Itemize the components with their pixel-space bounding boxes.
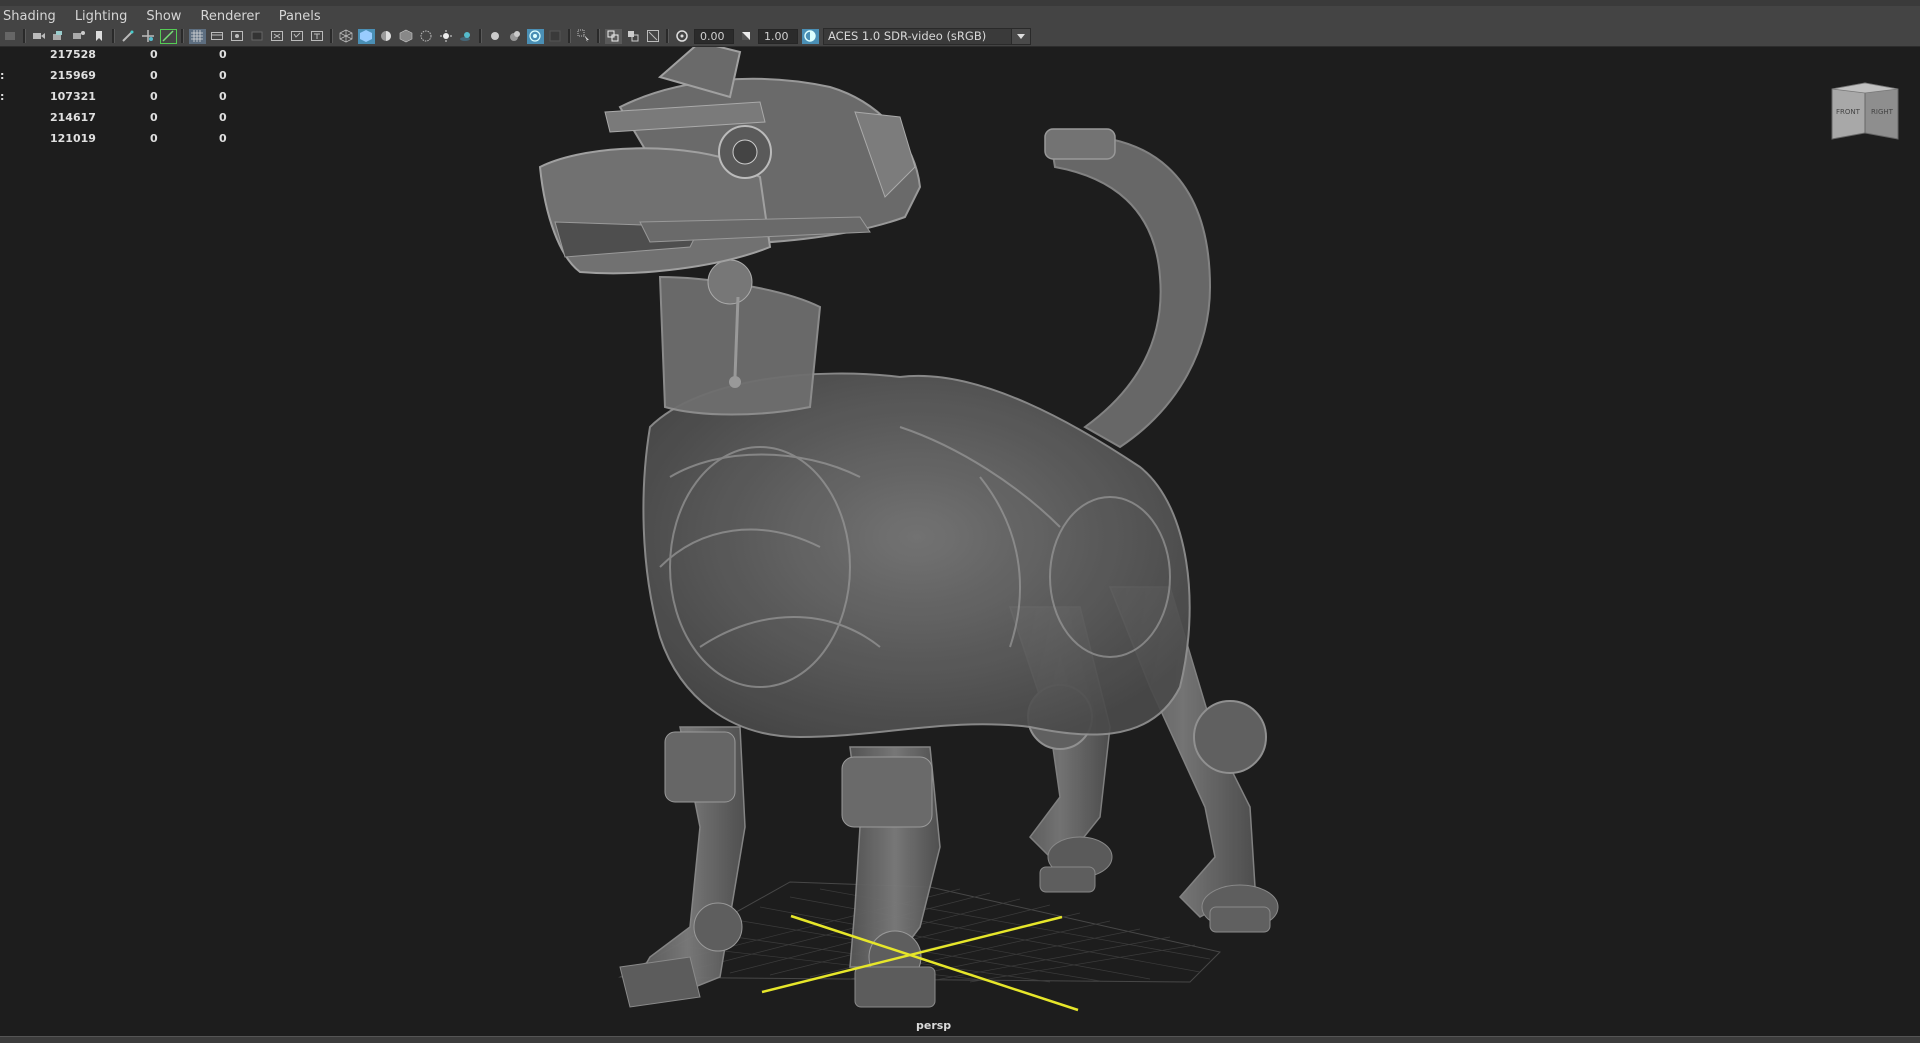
default-material-icon[interactable] bbox=[378, 29, 395, 44]
menu-renderer[interactable]: Renderer bbox=[197, 9, 270, 24]
grease-pencil-icon[interactable] bbox=[120, 29, 137, 44]
wireframe-icon[interactable] bbox=[338, 29, 355, 44]
chevron-down-icon[interactable] bbox=[1011, 28, 1030, 44]
textured-icon[interactable] bbox=[398, 29, 415, 44]
xray-icon[interactable] bbox=[576, 29, 593, 44]
hud-row: 217528 0 0 bbox=[50, 48, 227, 61]
toolbar-separator bbox=[181, 29, 184, 43]
head-shape bbox=[538, 47, 922, 275]
toolbar-separator bbox=[666, 29, 669, 43]
resolution-gate-icon[interactable] bbox=[229, 29, 246, 44]
image-plane-icon[interactable] bbox=[71, 29, 88, 44]
toolbar-separator bbox=[23, 29, 26, 43]
bookmark-camera-icon[interactable] bbox=[51, 29, 68, 44]
menu-lighting[interactable]: Lighting bbox=[72, 9, 139, 24]
exposure-icon[interactable] bbox=[674, 29, 691, 44]
persp-viewport[interactable]: 217528 0 0 : 215969 0 0 : 107321 0 0 214… bbox=[0, 47, 1920, 1036]
exposure-field[interactable]: 0.00 bbox=[694, 28, 734, 44]
toolbar-separator bbox=[597, 29, 600, 43]
safe-title-icon[interactable] bbox=[309, 29, 326, 44]
shadows-icon[interactable] bbox=[438, 29, 455, 44]
isolate-select-icon[interactable] bbox=[547, 29, 564, 44]
camera-attributes-icon[interactable] bbox=[31, 29, 48, 44]
tail-shape bbox=[1048, 134, 1212, 449]
panel-toolbar: 0.00 1.00 ACES 1.0 SDR-video (sRGB) bbox=[0, 26, 1920, 47]
camera-label: persp bbox=[916, 1019, 952, 1032]
use-lights-icon[interactable] bbox=[418, 29, 435, 44]
xray-joints-icon[interactable] bbox=[604, 28, 622, 44]
color-space-value: ACES 1.0 SDR-video (sRGB) bbox=[828, 29, 987, 43]
depth-of-field-icon[interactable] bbox=[526, 28, 544, 44]
film-gate-icon[interactable] bbox=[209, 29, 226, 44]
hud-row: 214617 0 0 bbox=[50, 111, 227, 124]
ambient-occlusion-icon[interactable] bbox=[458, 29, 475, 44]
toolbar-separator bbox=[568, 29, 571, 43]
viewcube-front-label: FRONT bbox=[1836, 108, 1861, 116]
menu-show[interactable]: Show bbox=[143, 9, 192, 24]
motion-blur-icon[interactable] bbox=[487, 29, 504, 44]
wireframe-toggle-icon[interactable] bbox=[159, 28, 177, 44]
panel-menu-bar: Shading Lighting Show Renderer Panels bbox=[0, 6, 1920, 26]
hud-row: : 107321 0 0 bbox=[0, 90, 227, 103]
menu-panels[interactable]: Panels bbox=[276, 9, 332, 24]
gate-mask-icon[interactable] bbox=[249, 29, 266, 44]
color-space-dropdown[interactable]: ACES 1.0 SDR-video (sRGB) bbox=[823, 27, 1031, 45]
2d-pan-zoom-icon[interactable] bbox=[140, 29, 157, 44]
viewcube-right-label: RIGHT bbox=[1871, 108, 1894, 116]
hud-row: 121019 0 0 bbox=[50, 132, 227, 145]
front-legs bbox=[619, 726, 941, 1008]
grid-icon[interactable] bbox=[188, 28, 206, 44]
poly-count-hud: 217528 0 0 : 215969 0 0 : 107321 0 0 214… bbox=[0, 48, 260, 153]
bookmark-icon[interactable] bbox=[91, 29, 108, 44]
gamma-icon[interactable] bbox=[738, 29, 755, 44]
toolbar-separator bbox=[479, 29, 482, 43]
menu-shading[interactable]: Shading bbox=[0, 9, 67, 24]
toolbar-separator bbox=[330, 29, 333, 43]
anti-aliasing-icon[interactable] bbox=[507, 29, 524, 44]
color-management-icon[interactable] bbox=[801, 28, 819, 44]
toolbar-separator bbox=[112, 29, 115, 43]
camera-select-icon[interactable] bbox=[645, 29, 662, 44]
safe-action-icon[interactable] bbox=[289, 29, 306, 44]
field-chart-icon[interactable] bbox=[269, 29, 286, 44]
viewcube[interactable]: FRONT RIGHT bbox=[1830, 81, 1900, 141]
select-camera-icon[interactable] bbox=[2, 29, 19, 44]
robot-dog-model[interactable] bbox=[0, 47, 1920, 1036]
xray-components-icon[interactable] bbox=[625, 29, 642, 44]
gamma-field[interactable]: 1.00 bbox=[758, 28, 798, 44]
hud-row: : 215969 0 0 bbox=[0, 69, 227, 82]
smooth-shade-icon[interactable] bbox=[357, 28, 375, 44]
